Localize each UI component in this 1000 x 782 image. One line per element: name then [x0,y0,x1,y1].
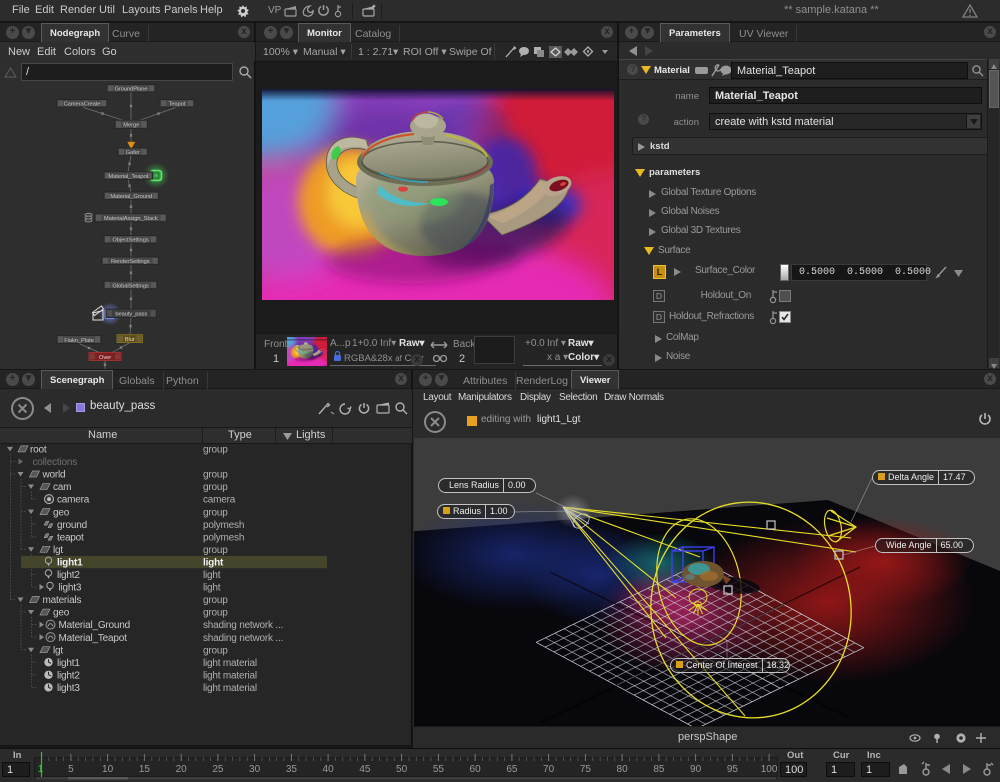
svg-text:75: 75 [580,764,592,775]
svg-text:MaterialAssign_Stack: MaterialAssign_Stack [104,216,158,222]
svg-text:Teapot: Teapot [169,102,186,108]
svg-text:collections: collections [33,457,78,468]
svg-text:20: 20 [176,764,188,775]
svg-text:light: light [203,570,221,581]
svg-text:90: 90 [690,764,702,775]
svg-text:polymesh: polymesh [203,532,244,543]
svg-text:cam: cam [53,482,71,493]
svg-text:1: 1 [38,764,44,775]
svg-text:50: 50 [396,764,408,775]
svg-text:group: group [203,507,228,518]
svg-text:group: group [203,545,228,556]
svg-text:light1: light1 [57,658,80,669]
svg-text:teapot: teapot [57,532,84,543]
svg-text:95: 95 [727,764,739,775]
svg-text:polymesh: polymesh [203,520,244,531]
svg-text:60: 60 [470,764,482,775]
svg-text:camera: camera [203,495,236,506]
svg-text:70: 70 [543,764,555,775]
svg-text:group: group [203,608,228,619]
svg-text:RenderSettings: RenderSettings [111,259,150,265]
svg-text:group: group [203,482,228,493]
svg-text:light2: light2 [57,670,80,681]
svg-text:materials: materials [43,595,82,606]
svg-text:85: 85 [653,764,665,775]
svg-text:group: group [203,595,228,606]
svg-text:light material: light material [203,670,257,681]
svg-text:light material: light material [203,658,257,669]
svg-text:Material_Ground: Material_Ground [59,620,130,631]
svg-text:55: 55 [433,764,445,775]
svg-text:light: light [203,557,224,568]
svg-text:Material_Teapot: Material_Teapot [108,174,148,180]
svg-text:light3: light3 [57,683,80,694]
svg-text:beauty_pass: beauty_pass [115,312,147,318]
svg-text:root: root [30,445,47,456]
svg-text:10: 10 [102,764,114,775]
svg-text:group: group [203,470,228,481]
svg-text:group: group [203,645,228,656]
svg-text:light2: light2 [57,570,80,581]
svg-text:lgt: lgt [53,645,63,656]
svg-text:light: light [203,583,221,594]
svg-text:camera: camera [57,495,90,506]
svg-text:geo: geo [53,608,70,619]
svg-text:Material_Teapot: Material_Teapot [59,633,128,644]
svg-text:65: 65 [506,764,518,775]
svg-text:40: 40 [323,764,335,775]
svg-text:group: group [203,445,228,456]
svg-text:CameraCreate: CameraCreate [64,102,101,108]
svg-text:Material_Ground: Material_Ground [110,194,152,200]
svg-text:lgt: lgt [53,545,63,556]
svg-text:shading network ...: shading network ... [203,633,283,644]
svg-text:15: 15 [139,764,151,775]
svg-text:Gafer: Gafer [126,150,140,156]
svg-text:Merge: Merge [123,123,139,129]
svg-text:80: 80 [617,764,629,775]
svg-text:25: 25 [212,764,224,775]
svg-text:light1: light1 [57,557,83,568]
svg-text:shading network ...: shading network ... [203,620,283,631]
svg-text:Flakn_Plate: Flakn_Plate [64,338,94,344]
svg-text:ObjectSettings: ObjectSettings [112,238,149,244]
svg-text:GlobalSettings: GlobalSettings [112,283,149,289]
svg-text:Blur: Blur [125,337,135,343]
svg-text:ground: ground [57,520,87,531]
svg-text:5: 5 [68,764,74,775]
svg-text:geo: geo [53,507,70,518]
svg-text:30: 30 [249,764,261,775]
svg-text:light material: light material [203,683,257,694]
svg-text:45: 45 [359,764,371,775]
svg-text:world: world [42,470,66,481]
svg-text:GroundPlane: GroundPlane [114,87,147,93]
svg-text:light3: light3 [59,583,82,594]
svg-text:Over: Over [99,355,111,361]
svg-text:35: 35 [286,764,298,775]
svg-text:100: 100 [761,764,778,775]
